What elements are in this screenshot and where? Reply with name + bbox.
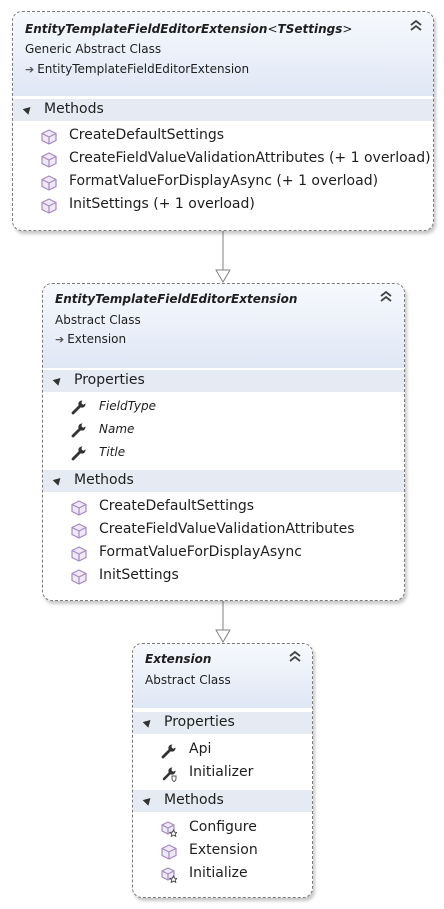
- member-name: Name: [99, 422, 135, 436]
- method-icon: [41, 129, 57, 145]
- class-name: Extension: [145, 652, 212, 666]
- expand-triangle-icon: [52, 375, 64, 386]
- expand-triangle-icon: [52, 475, 64, 486]
- section-label: Properties: [74, 372, 145, 388]
- class-box-extension[interactable]: Extension Abstract Class Properties Api …: [132, 643, 313, 898]
- method-icon: [41, 198, 57, 214]
- member-name: Title: [99, 445, 126, 459]
- inheritance-connector-1: [215, 230, 231, 283]
- class-box-abstract[interactable]: EntityTemplateFieldEditorExtension Abstr…: [42, 283, 405, 601]
- method-icon: [41, 152, 57, 168]
- base-class: ➔ Extension: [55, 332, 127, 346]
- class-kind: Abstract Class: [145, 673, 231, 687]
- class-name: EntityTemplateFieldEditorExtension: [55, 292, 298, 306]
- member-name: InitSettings (+ 1 overload): [69, 196, 255, 212]
- member-name: FieldType: [99, 399, 156, 413]
- member-name: Configure: [189, 819, 257, 835]
- section-methods[interactable]: Methods: [13, 99, 433, 121]
- expand-triangle-icon: [22, 104, 34, 115]
- method-icon: [71, 500, 87, 516]
- section-methods[interactable]: Methods: [43, 470, 404, 492]
- inheritance-connector-2: [215, 600, 231, 643]
- collapse-chevron-icon[interactable]: [379, 290, 393, 304]
- section-properties[interactable]: Properties: [43, 370, 404, 392]
- member-name: Initializer: [189, 764, 254, 780]
- member-name: Initialize: [189, 865, 248, 881]
- protected-method-icon: [161, 821, 177, 837]
- property-icon: [71, 400, 86, 415]
- section-label: Methods: [164, 792, 224, 808]
- inherits-arrow-icon: ➔: [55, 333, 65, 346]
- property-icon: [71, 423, 86, 438]
- method-icon: [71, 523, 87, 539]
- class-name: EntityTemplateFieldEditorExtension<TSett…: [25, 22, 353, 36]
- class-kind: Generic Abstract Class: [25, 42, 162, 56]
- section-label: Properties: [164, 714, 235, 730]
- section-label: Methods: [74, 472, 134, 488]
- section-properties[interactable]: Properties: [133, 712, 312, 734]
- member-name: Api: [189, 741, 212, 757]
- collapse-chevron-icon[interactable]: [288, 650, 302, 664]
- section-label: Methods: [44, 101, 104, 117]
- class-box-generic[interactable]: EntityTemplateFieldEditorExtension<TSett…: [12, 11, 434, 231]
- inherits-arrow-icon: ➔: [25, 63, 35, 76]
- method-icon: [41, 175, 57, 191]
- method-icon: [161, 844, 177, 860]
- property-icon: [71, 446, 86, 461]
- member-name: CreateFieldValueValidationAttributes: [99, 521, 355, 537]
- member-name: InitSettings: [99, 567, 179, 583]
- expand-triangle-icon: [142, 717, 154, 728]
- property-icon: [161, 744, 176, 759]
- method-icon: [71, 569, 87, 585]
- base-class: ➔ EntityTemplateFieldEditorExtension: [25, 62, 250, 76]
- method-icon: [71, 546, 87, 562]
- member-name: CreateFieldValueValidationAttributes (+ …: [69, 150, 431, 166]
- protected-method-icon: [161, 867, 177, 883]
- member-name: FormatValueForDisplayAsync (+ 1 overload…: [69, 173, 379, 189]
- collapse-chevron-icon[interactable]: [409, 19, 423, 33]
- member-name: CreateDefaultSettings: [99, 498, 255, 514]
- section-methods[interactable]: Methods: [133, 790, 312, 812]
- expand-triangle-icon: [142, 795, 154, 806]
- protected-property-icon: [162, 767, 177, 782]
- member-name: FormatValueForDisplayAsync: [99, 544, 302, 560]
- member-name: CreateDefaultSettings: [69, 127, 225, 143]
- class-kind: Abstract Class: [55, 313, 141, 327]
- member-name: Extension: [189, 842, 258, 858]
